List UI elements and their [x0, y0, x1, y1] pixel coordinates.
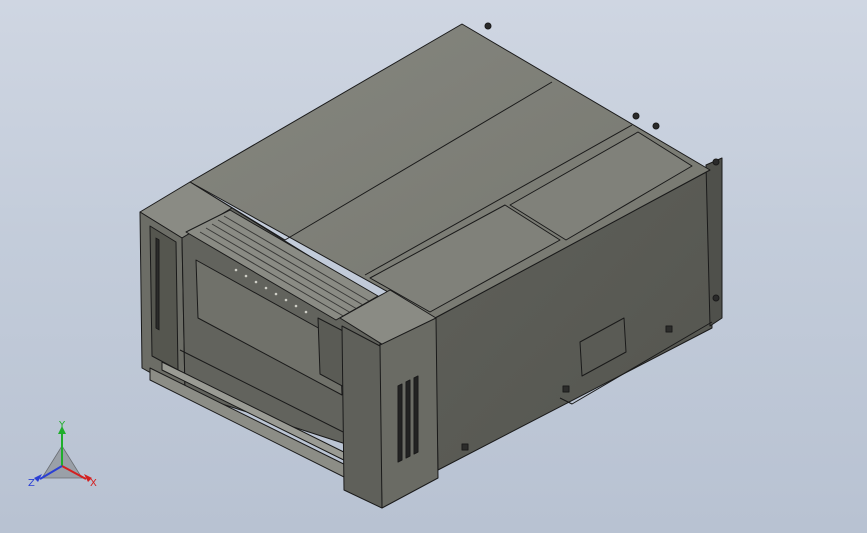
right-endcap-inner: [341, 325, 383, 509]
bolt: [712, 158, 720, 166]
left-vent-slots: [155, 237, 160, 331]
graphics-viewport[interactable]: Y X Z: [0, 0, 867, 533]
bolt: [712, 294, 720, 302]
bolt: [632, 112, 640, 120]
z-axis-label: Z: [28, 478, 35, 489]
y-axis-label: Y: [58, 420, 66, 431]
right-vent-slots: [397, 375, 419, 463]
left-frame-window: [149, 225, 179, 371]
model-canvas[interactable]: Y X Z: [0, 0, 867, 533]
x-axis-label: X: [90, 478, 97, 489]
coordinate-triad[interactable]: Y X Z: [28, 420, 97, 489]
bolt: [484, 22, 492, 30]
enclosure-model[interactable]: [139, 22, 723, 509]
bolt: [652, 122, 660, 130]
